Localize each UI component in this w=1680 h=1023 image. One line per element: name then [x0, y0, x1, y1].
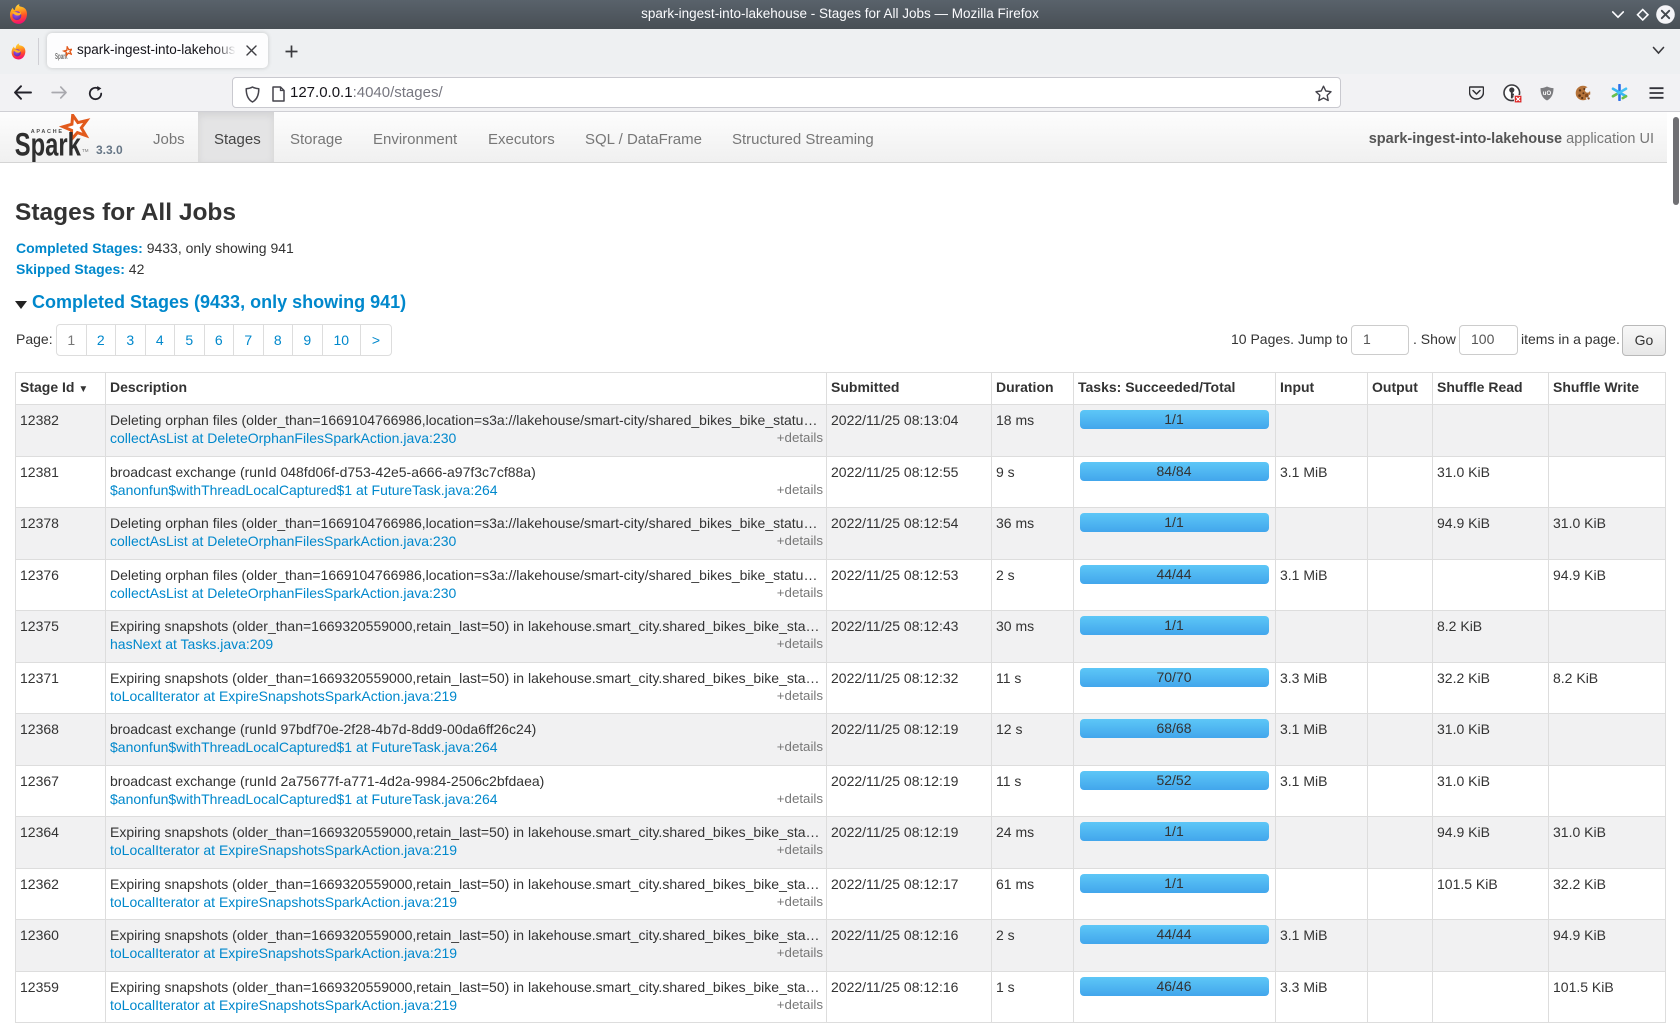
svg-text:uO: uO [1543, 91, 1552, 97]
svg-text:APACHE: APACHE [31, 129, 64, 135]
svg-text:TM: TM [82, 148, 89, 153]
